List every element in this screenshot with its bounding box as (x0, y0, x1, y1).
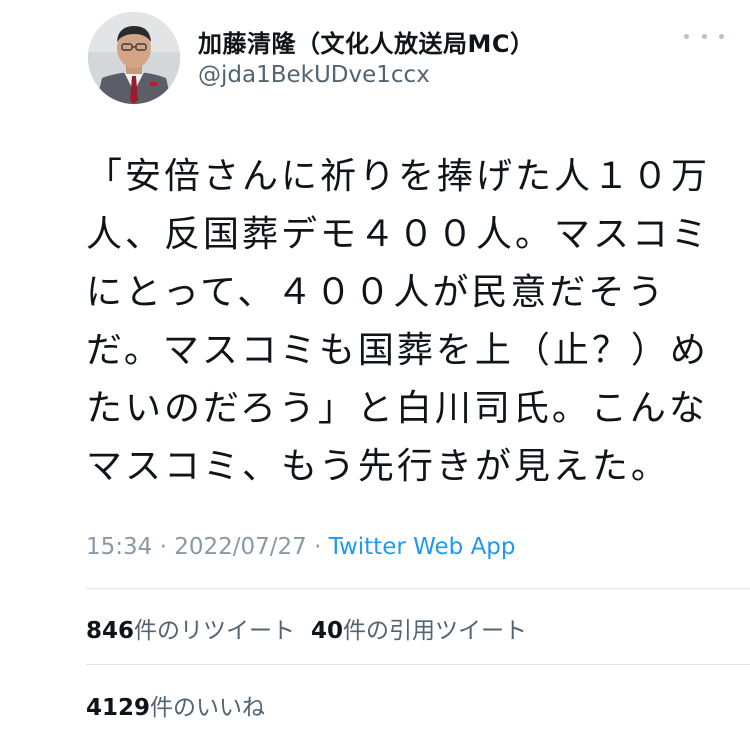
display-name[interactable]: 加藤清隆（文化人放送局MC） (198, 24, 535, 59)
likes-label: 件のいいね (150, 695, 266, 721)
tweet-meta: 15:34 · 2022/07/27 · Twitter Web App (86, 534, 516, 560)
tweet-text: 「安倍さんに祈りを捧げた人１０万 人、反国葬デモ４００人。マスコミ にとって、４… (86, 148, 711, 496)
quotes-label: 件の引用ツイート (343, 618, 528, 644)
tweet-text-line: だ。マスコミも国葬を上（止？）め (86, 330, 709, 371)
tweet-detail: 加藤清隆（文化人放送局MC） @jda1BekUDve1ccx 「安倍さんに祈り… (0, 0, 750, 750)
more-options-icon[interactable] (684, 24, 724, 48)
tweet-text-line: にとって、４００人が民意だそう (86, 272, 667, 313)
source-link[interactable]: Twitter Web App (329, 534, 516, 560)
quotes-stat[interactable]: 40件の引用ツイート (311, 618, 527, 644)
retweets-label: 件のリツイート (134, 618, 296, 644)
likes-stat[interactable]: 4129件のいいね (86, 695, 265, 721)
tweet-text-line: 「安倍さんに祈りを捧げた人１０万 (86, 156, 711, 197)
likes-stats-row: 4129件のいいね (86, 688, 265, 722)
more-dot (719, 33, 724, 39)
engagement-stats-row: 846件のリツイート 40件の引用ツイート (86, 611, 527, 645)
likes-count: 4129 (86, 695, 151, 721)
profile-photo-icon (88, 12, 180, 104)
tweet-text-line: 人、反国葬デモ４００人。マスコミ (86, 214, 711, 255)
user-handle[interactable]: @jda1BekUDve1ccx (198, 62, 430, 88)
quotes-count: 40 (311, 618, 344, 644)
retweets-count: 846 (86, 618, 135, 644)
retweets-stat[interactable]: 846件のリツイート (86, 618, 295, 644)
tweet-text-line: マスコミ、もう先行きが見えた。 (86, 446, 670, 487)
more-dot (684, 33, 689, 39)
more-dot (701, 33, 707, 39)
avatar[interactable] (88, 12, 180, 104)
divider (86, 664, 750, 665)
tweet-text-line: たいのだろう」と白川司氏。こんな (86, 388, 708, 429)
divider (86, 588, 750, 589)
timestamp[interactable]: 15:34 · 2022/07/27 · (86, 534, 329, 560)
